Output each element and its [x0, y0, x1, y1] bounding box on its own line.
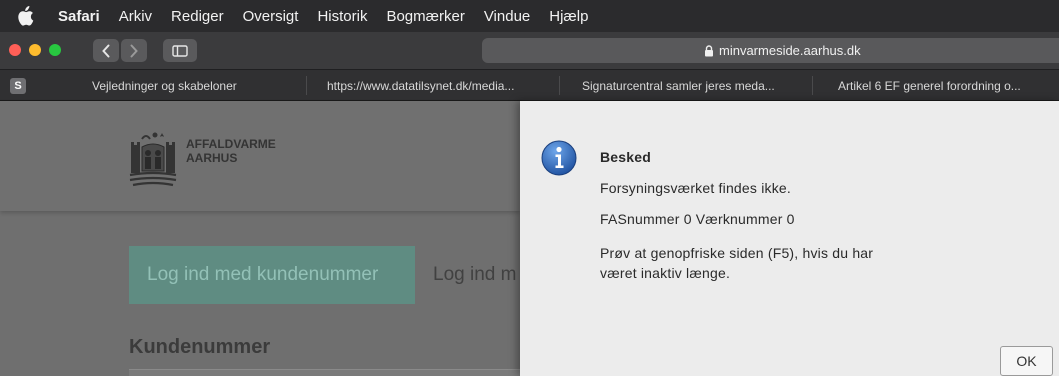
menu-oversigt[interactable]: Oversigt [243, 8, 299, 25]
logo-line-affaldvarme: AFFALDVARME [186, 137, 276, 151]
site-header: AFFALDVARME AARHUS [0, 101, 520, 211]
screen: Safari Arkiv Rediger Oversigt Historik B… [0, 0, 1059, 376]
zoom-window-button[interactable] [49, 44, 61, 56]
address-text: minvarmeside.aarhus.dk [719, 43, 861, 58]
bookmark-divider [559, 76, 560, 95]
info-icon [541, 140, 577, 176]
mac-menu-bar: Safari Arkiv Rediger Oversigt Historik B… [0, 0, 1059, 32]
menu-safari[interactable]: Safari [58, 8, 100, 25]
dialog-message-line: været inaktiv længe. [600, 265, 731, 281]
bookmark-favicon[interactable]: S [10, 78, 26, 94]
bookmark-divider [306, 76, 307, 95]
browser-toolbar: minvarmeside.aarhus.dk [0, 32, 1059, 69]
address-bar[interactable]: minvarmeside.aarhus.dk [482, 38, 1059, 63]
message-dialog: Besked Forsyningsværket findes ikke. FAS… [520, 101, 1059, 376]
dialog-title: Besked [600, 149, 652, 165]
menu-hjaelp[interactable]: Hjælp [549, 8, 588, 25]
dialog-message-line: Forsyningsværket findes ikke. [600, 180, 791, 196]
menu-historik[interactable]: Historik [317, 8, 367, 25]
dialog-message-line: FASnummer 0 Værknummer 0 [600, 211, 795, 227]
minimize-window-button[interactable] [29, 44, 41, 56]
logo-line-aarhus: AARHUS [186, 151, 238, 165]
chevron-left-icon [102, 44, 110, 57]
apple-icon[interactable] [16, 6, 36, 26]
back-button[interactable] [93, 39, 119, 62]
bookmarks-bar: S Vejledninger og skabeloner https://www… [0, 69, 1059, 101]
lock-icon [705, 44, 713, 56]
bookmark-datatilsynet[interactable]: https://www.datatilsynet.dk/media... [327, 70, 514, 101]
menu-bogmaerker[interactable]: Bogmærker [386, 8, 464, 25]
bookmark-divider [812, 76, 813, 95]
forward-button[interactable] [121, 39, 147, 62]
menu-rediger[interactable]: Rediger [171, 8, 224, 25]
chevron-right-icon [130, 44, 138, 57]
site-logo[interactable]: AFFALDVARME AARHUS [128, 131, 276, 187]
aarhus-seal-icon [129, 132, 177, 187]
dialog-message-line: Prøv at genopfriske siden (F5), hvis du … [600, 245, 874, 261]
ok-button[interactable]: OK [1000, 346, 1053, 376]
tab-log-ind-other[interactable]: Log ind m [433, 264, 519, 286]
close-window-button[interactable] [9, 44, 21, 56]
tab-log-ind-kundenummer[interactable]: Log ind med kundenummer [129, 246, 415, 304]
sidebar-toggle-button[interactable] [163, 39, 197, 62]
menu-vindue[interactable]: Vindue [484, 8, 530, 25]
sidebar-icon [172, 44, 188, 57]
bookmark-vejledninger[interactable]: Vejledninger og skabeloner [92, 70, 237, 101]
kundenummer-label: Kundenummer [129, 336, 271, 358]
bookmark-signaturcentral[interactable]: Signaturcentral samler jeres meda... [582, 70, 775, 101]
kundenummer-input[interactable] [129, 369, 520, 376]
menu-arkiv[interactable]: Arkiv [119, 8, 152, 25]
bookmark-artikel6[interactable]: Artikel 6 EF generel forordning o... [838, 70, 1021, 101]
